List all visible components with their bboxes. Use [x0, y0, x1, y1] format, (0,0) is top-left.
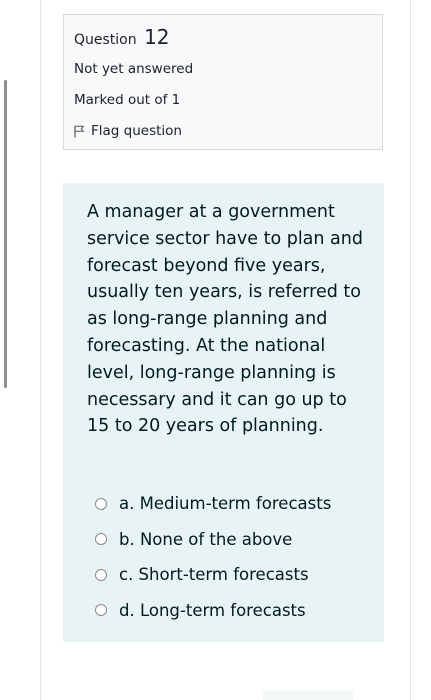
answer-label: d. Long-term forecasts — [119, 600, 306, 620]
answer-option-d[interactable]: d. Long-term forecasts — [95, 593, 380, 629]
radio-icon[interactable] — [95, 604, 107, 617]
answer-label: c. Short-term forecasts — [119, 565, 309, 585]
question-info-box: Question 12 Not yet answered Marked out … — [63, 14, 383, 150]
radio-icon[interactable] — [95, 533, 107, 546]
flag-icon — [74, 125, 84, 137]
answer-option-c[interactable]: c. Short-term forecasts — [95, 557, 380, 593]
question-grade: Marked out of 1 — [74, 92, 181, 108]
flag-question-label: Flag question — [91, 123, 182, 139]
answer-option-a[interactable]: a. Medium-term forecasts — [95, 486, 380, 522]
radio-icon[interactable] — [95, 497, 107, 510]
radio-icon[interactable] — [95, 568, 107, 581]
question-number: 12 — [144, 25, 170, 49]
answer-option-b[interactable]: b. None of the above — [95, 522, 380, 558]
quiz-page: Question 12 Not yet answered Marked out … — [0, 0, 431, 700]
question-title: Question 12 — [74, 27, 170, 50]
question-text: A manager at a government service sector… — [87, 202, 363, 437]
flag-question-link[interactable]: Flag question — [74, 123, 182, 139]
answer-label: a. Medium-term forecasts — [119, 494, 332, 514]
scrollbar[interactable] — [4, 80, 7, 388]
question-state: Not yet answered — [74, 61, 194, 77]
next-section-edge — [263, 690, 353, 700]
question-label: Question — [74, 32, 137, 48]
answer-label: b. None of the above — [119, 529, 293, 549]
answer-list: a. Medium-term forecasts b. None of the … — [95, 486, 380, 628]
question-content: A manager at a government service sector… — [63, 183, 384, 642]
